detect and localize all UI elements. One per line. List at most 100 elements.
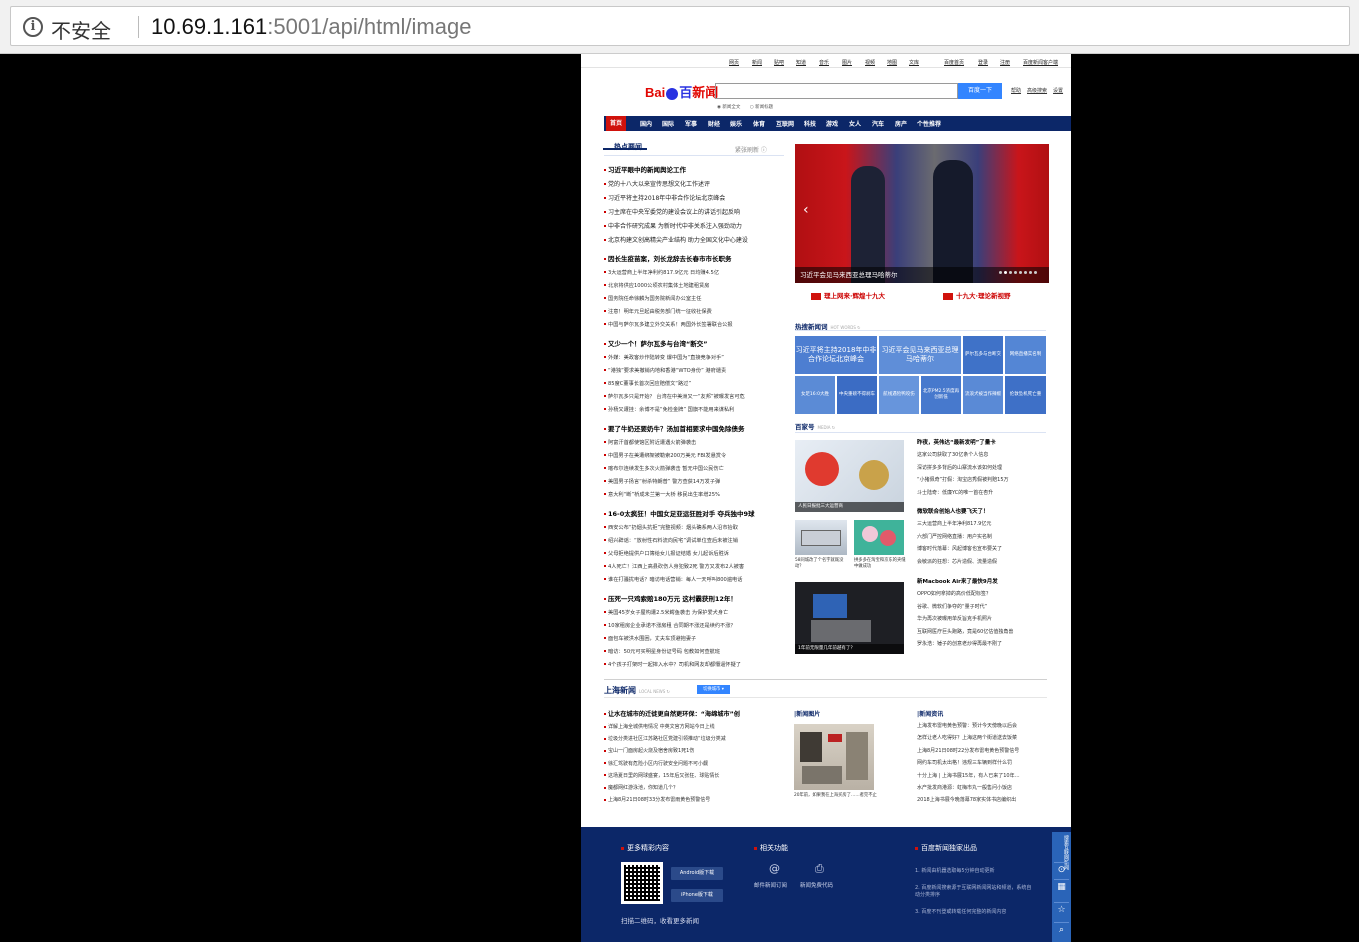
news-photos-title[interactable]: |新闻图片: [794, 709, 820, 718]
news-link[interactable]: 罗永浩：锤子的创意老炒得再最不刚了: [917, 640, 1052, 647]
news-image[interactable]: [795, 520, 847, 555]
hotword-tile[interactable]: 中央重磅不得刹车: [837, 376, 877, 414]
nav-item[interactable]: 国际: [662, 119, 674, 128]
headline-link[interactable]: 新Macbook Air来了最快9月发: [917, 577, 1052, 585]
news-link[interactable]: 上海发布雷电黄色预警：预计今天傍晚以后会: [917, 722, 1049, 729]
topnav-link[interactable]: 贴吧: [774, 59, 784, 66]
news-link[interactable]: 2018上海书展今晚落幕78家实体书店编织出: [917, 796, 1049, 803]
news-image[interactable]: 1年前无限量几年前越有了？: [795, 582, 904, 654]
news-link[interactable]: 面包车被洪水围困，丈夫车顶避抱妻子: [604, 635, 784, 642]
settings-link[interactable]: 设置: [1053, 88, 1063, 94]
nav-item[interactable]: 军事: [685, 119, 697, 128]
news-photo[interactable]: [794, 724, 874, 790]
image-caption[interactable]: 58同城改了个名字就既没动？: [795, 558, 847, 570]
news-link[interactable]: 意大利“断”桥成未兰第一大桥 移民出生率增25%: [604, 491, 784, 498]
free-code-link[interactable]: 新闻免费代码: [800, 881, 833, 889]
news-link[interactable]: 怎样让老人吃得好？上海这两个街道送去饭菜: [917, 734, 1049, 741]
topnav-link[interactable]: 视频: [865, 59, 875, 66]
hotword-tile[interactable]: 习近平会见马来西亚总理马哈蒂尔: [879, 336, 961, 374]
news-image[interactable]: [854, 520, 904, 555]
info-icon[interactable]: i: [23, 17, 43, 37]
news-link[interactable]: 注意！明年元旦起由税务部门统一征收社保费: [604, 308, 784, 315]
news-link[interactable]: 网约车司机太出格！违规三车辆到样什么罚: [917, 759, 1049, 766]
hotword-tile[interactable]: 网络直播实名制: [1005, 336, 1046, 374]
carousel-dot[interactable]: [1004, 271, 1007, 274]
news-link[interactable]: 垃圾分类进社区江苏路社区党建引领推动“垃圾分类减: [604, 735, 774, 742]
nav-item[interactable]: 女人: [849, 119, 861, 128]
news-link[interactable]: 魔都网红游泳池，你知道几个？: [604, 784, 774, 791]
nav-item[interactable]: 娱乐: [730, 119, 742, 128]
news-link[interactable]: 北京将供应1000公顷农村集体土地建租赁房: [604, 282, 784, 289]
hotword-tile[interactable]: 习近平将主持2018年中非合作论坛北京峰会: [795, 336, 877, 374]
carousel-dot[interactable]: [999, 271, 1002, 274]
news-link[interactable]: “港独”要求美撤销内地和香港“WTO身份” 港府谴责: [604, 367, 784, 374]
hotword-tile[interactable]: 女足16:0大胜: [795, 376, 835, 414]
news-link[interactable]: 北京构建文创高精尖产业结构 助力全国文化中心建设: [604, 235, 784, 244]
carousel-dot[interactable]: [1024, 271, 1027, 274]
news-link[interactable]: 会敏派的狂想：芯片造假、流量造假: [917, 558, 1052, 565]
hotword-tile[interactable]: 流浪犬被当作辣椒: [963, 376, 1003, 414]
android-download-button[interactable]: Android版下载: [671, 867, 723, 880]
topnav-link[interactable]: 网页: [729, 59, 739, 66]
news-link[interactable]: 这家公司获取了30亿条个人信息: [917, 451, 1052, 458]
carousel-dot[interactable]: [1009, 271, 1012, 274]
news-link[interactable]: 4个孩子打架时一起摔入水中？司机和网友却都懵逼怀疑了: [604, 661, 784, 668]
code-icon[interactable]: ⎙: [815, 862, 824, 876]
refresh-toggle[interactable]: 紧张刷新 ⓘ: [735, 145, 767, 154]
nav-item-home[interactable]: 首页: [606, 116, 627, 131]
news-link[interactable]: 三大运营商上半年净利817.9亿元: [917, 520, 1052, 527]
topnav-link[interactable]: 图片: [842, 59, 852, 66]
qr-icon[interactable]: ▦: [1054, 879, 1069, 894]
switch-city-button[interactable]: 切换城市 ▾: [697, 685, 730, 694]
nav-item[interactable]: 游戏: [826, 119, 838, 128]
news-link[interactable]: 中国男子在美遭绑架被勒索200万美元 FBI发悬赏令: [604, 452, 784, 459]
topnav-link[interactable]: 地图: [887, 59, 897, 66]
news-link[interactable]: 互联网医疗巨头跑路，竟是60亿估值独角兽: [917, 628, 1052, 635]
news-image[interactable]: 人民日报批三大运营商: [795, 440, 904, 512]
news-link[interactable]: 斗士陆奇：低廉YC的唯一首在杏升: [917, 489, 1052, 496]
url-text[interactable]: 10.69.1.161:5001/api/html/image: [151, 14, 471, 40]
topnav-link[interactable]: 知道: [796, 59, 806, 66]
news-link[interactable]: 详解上海全城供电情况 中英文官方网站今日上线: [604, 723, 774, 730]
news-link[interactable]: 国务院任命徐麟为国务院新闻办公室主任: [604, 295, 784, 302]
promo-banner[interactable]: 十九大·理论新视野: [943, 290, 1010, 300]
nav-item[interactable]: 个性推荐: [917, 119, 941, 128]
nav-item[interactable]: 互联网: [776, 119, 794, 128]
news-link[interactable]: 六部门严控网络直播：用户实名制: [917, 533, 1052, 540]
search-input[interactable]: [715, 83, 958, 99]
radio-title[interactable]: ○ 新闻标题: [750, 105, 773, 110]
news-link[interactable]: 外媒：美政客炒作陆转变 爆中国为“直接竞争对手”: [604, 354, 784, 361]
news-link[interactable]: 宝山一门面房起火烧及宿舍房致1死1伤: [604, 747, 774, 754]
nav-item[interactable]: 体育: [753, 119, 765, 128]
nav-item[interactable]: 科技: [804, 119, 816, 128]
news-link[interactable]: 美国45岁女子屋构遭2.5米鳄鱼袭击 为保护爱犬身亡: [604, 609, 784, 616]
news-link[interactable]: 这场夏日里的网球盛宴，15年后又张狂、球贴情长: [604, 772, 774, 779]
hotword-tile[interactable]: 萨尔瓦多与台断交: [963, 336, 1003, 374]
news-link[interactable]: 谷歌、微软们争夺的“量子时代”: [917, 603, 1052, 610]
nav-item[interactable]: 国内: [640, 119, 652, 128]
news-link[interactable]: 西安公布“扔烟头抗拒”完整视频：烟头确系两人沿市抬取: [604, 524, 784, 531]
search-icon[interactable]: ⌕: [1054, 922, 1069, 937]
nav-item[interactable]: 房产: [895, 119, 907, 128]
topnav-link[interactable]: 百度首页: [944, 59, 964, 66]
news-link[interactable]: OPPO如何拿掉的高价低配标签？: [917, 590, 1052, 597]
star-icon[interactable]: ☆: [1054, 902, 1069, 917]
chevron-left-icon[interactable]: ‹: [803, 202, 809, 218]
hotword-tile[interactable]: 伦敦坠机死亡重: [1005, 376, 1046, 414]
news-link[interactable]: 喀布尔连续发生多次火箭弹袭击 暂无中国公民伤亡: [604, 465, 784, 472]
search-button[interactable]: 百度一下: [958, 83, 1002, 99]
news-link[interactable]: 深访拼多多背后的山寨流水该如何处理: [917, 464, 1052, 471]
headline-link[interactable]: 又少一个！萨尔瓦多与台湾“断交”: [604, 338, 784, 348]
news-link[interactable]: 徐汇驾驶有危险小区内行驶安全问题不可小觑: [604, 760, 774, 767]
headline-link[interactable]: 让水在城市的迁徙更自然更环保：“海绵城市”创: [604, 709, 774, 718]
news-link[interactable]: 中非合作研究成果 为新时代中非关系注入强劲动力: [604, 221, 784, 230]
news-link[interactable]: 暗访：50元可买明星身份证号码 包教如何查航班: [604, 648, 784, 655]
news-link[interactable]: 党的十八大以来宣传思想文化工作述评: [604, 179, 784, 188]
news-link[interactable]: 上海8月21日08时33分发布雷雨黄色预警信号: [604, 796, 774, 803]
nav-item[interactable]: 财经: [708, 119, 720, 128]
news-link[interactable]: “小猪佩奇”打假：淘宝店秀假被判赔15万: [917, 476, 1052, 483]
carousel-dot[interactable]: [1034, 271, 1037, 274]
news-link[interactable]: 中国与萨尔瓦多建立外交关系！两国外长签署联合公报: [604, 321, 784, 328]
photo-caption[interactable]: 20年前，如果我在上海买房了……者完不止: [794, 793, 880, 799]
news-link[interactable]: 10家租房企业承诺不涨房租 合同期不涨还是续约不涨？: [604, 622, 784, 629]
